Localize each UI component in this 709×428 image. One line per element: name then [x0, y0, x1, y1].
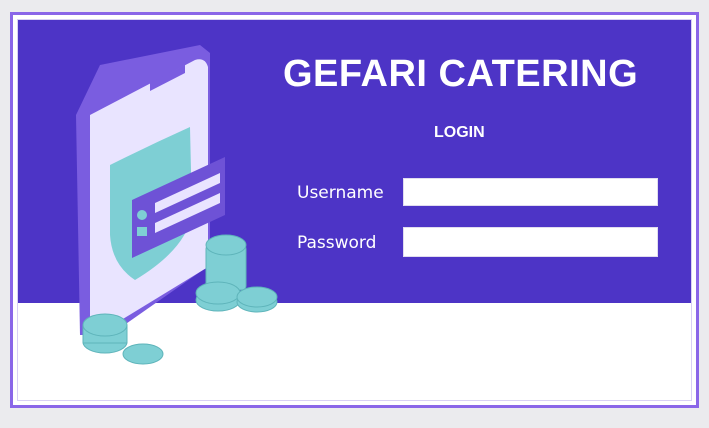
username-label: Username	[297, 183, 384, 203]
phone-security-illustration	[76, 45, 278, 365]
login-heading: LOGIN	[434, 124, 485, 141]
password-input[interactable]	[403, 227, 658, 257]
app-title: GEFARI CATERING	[283, 53, 639, 95]
password-label: Password	[297, 233, 377, 253]
username-input[interactable]	[403, 178, 658, 206]
